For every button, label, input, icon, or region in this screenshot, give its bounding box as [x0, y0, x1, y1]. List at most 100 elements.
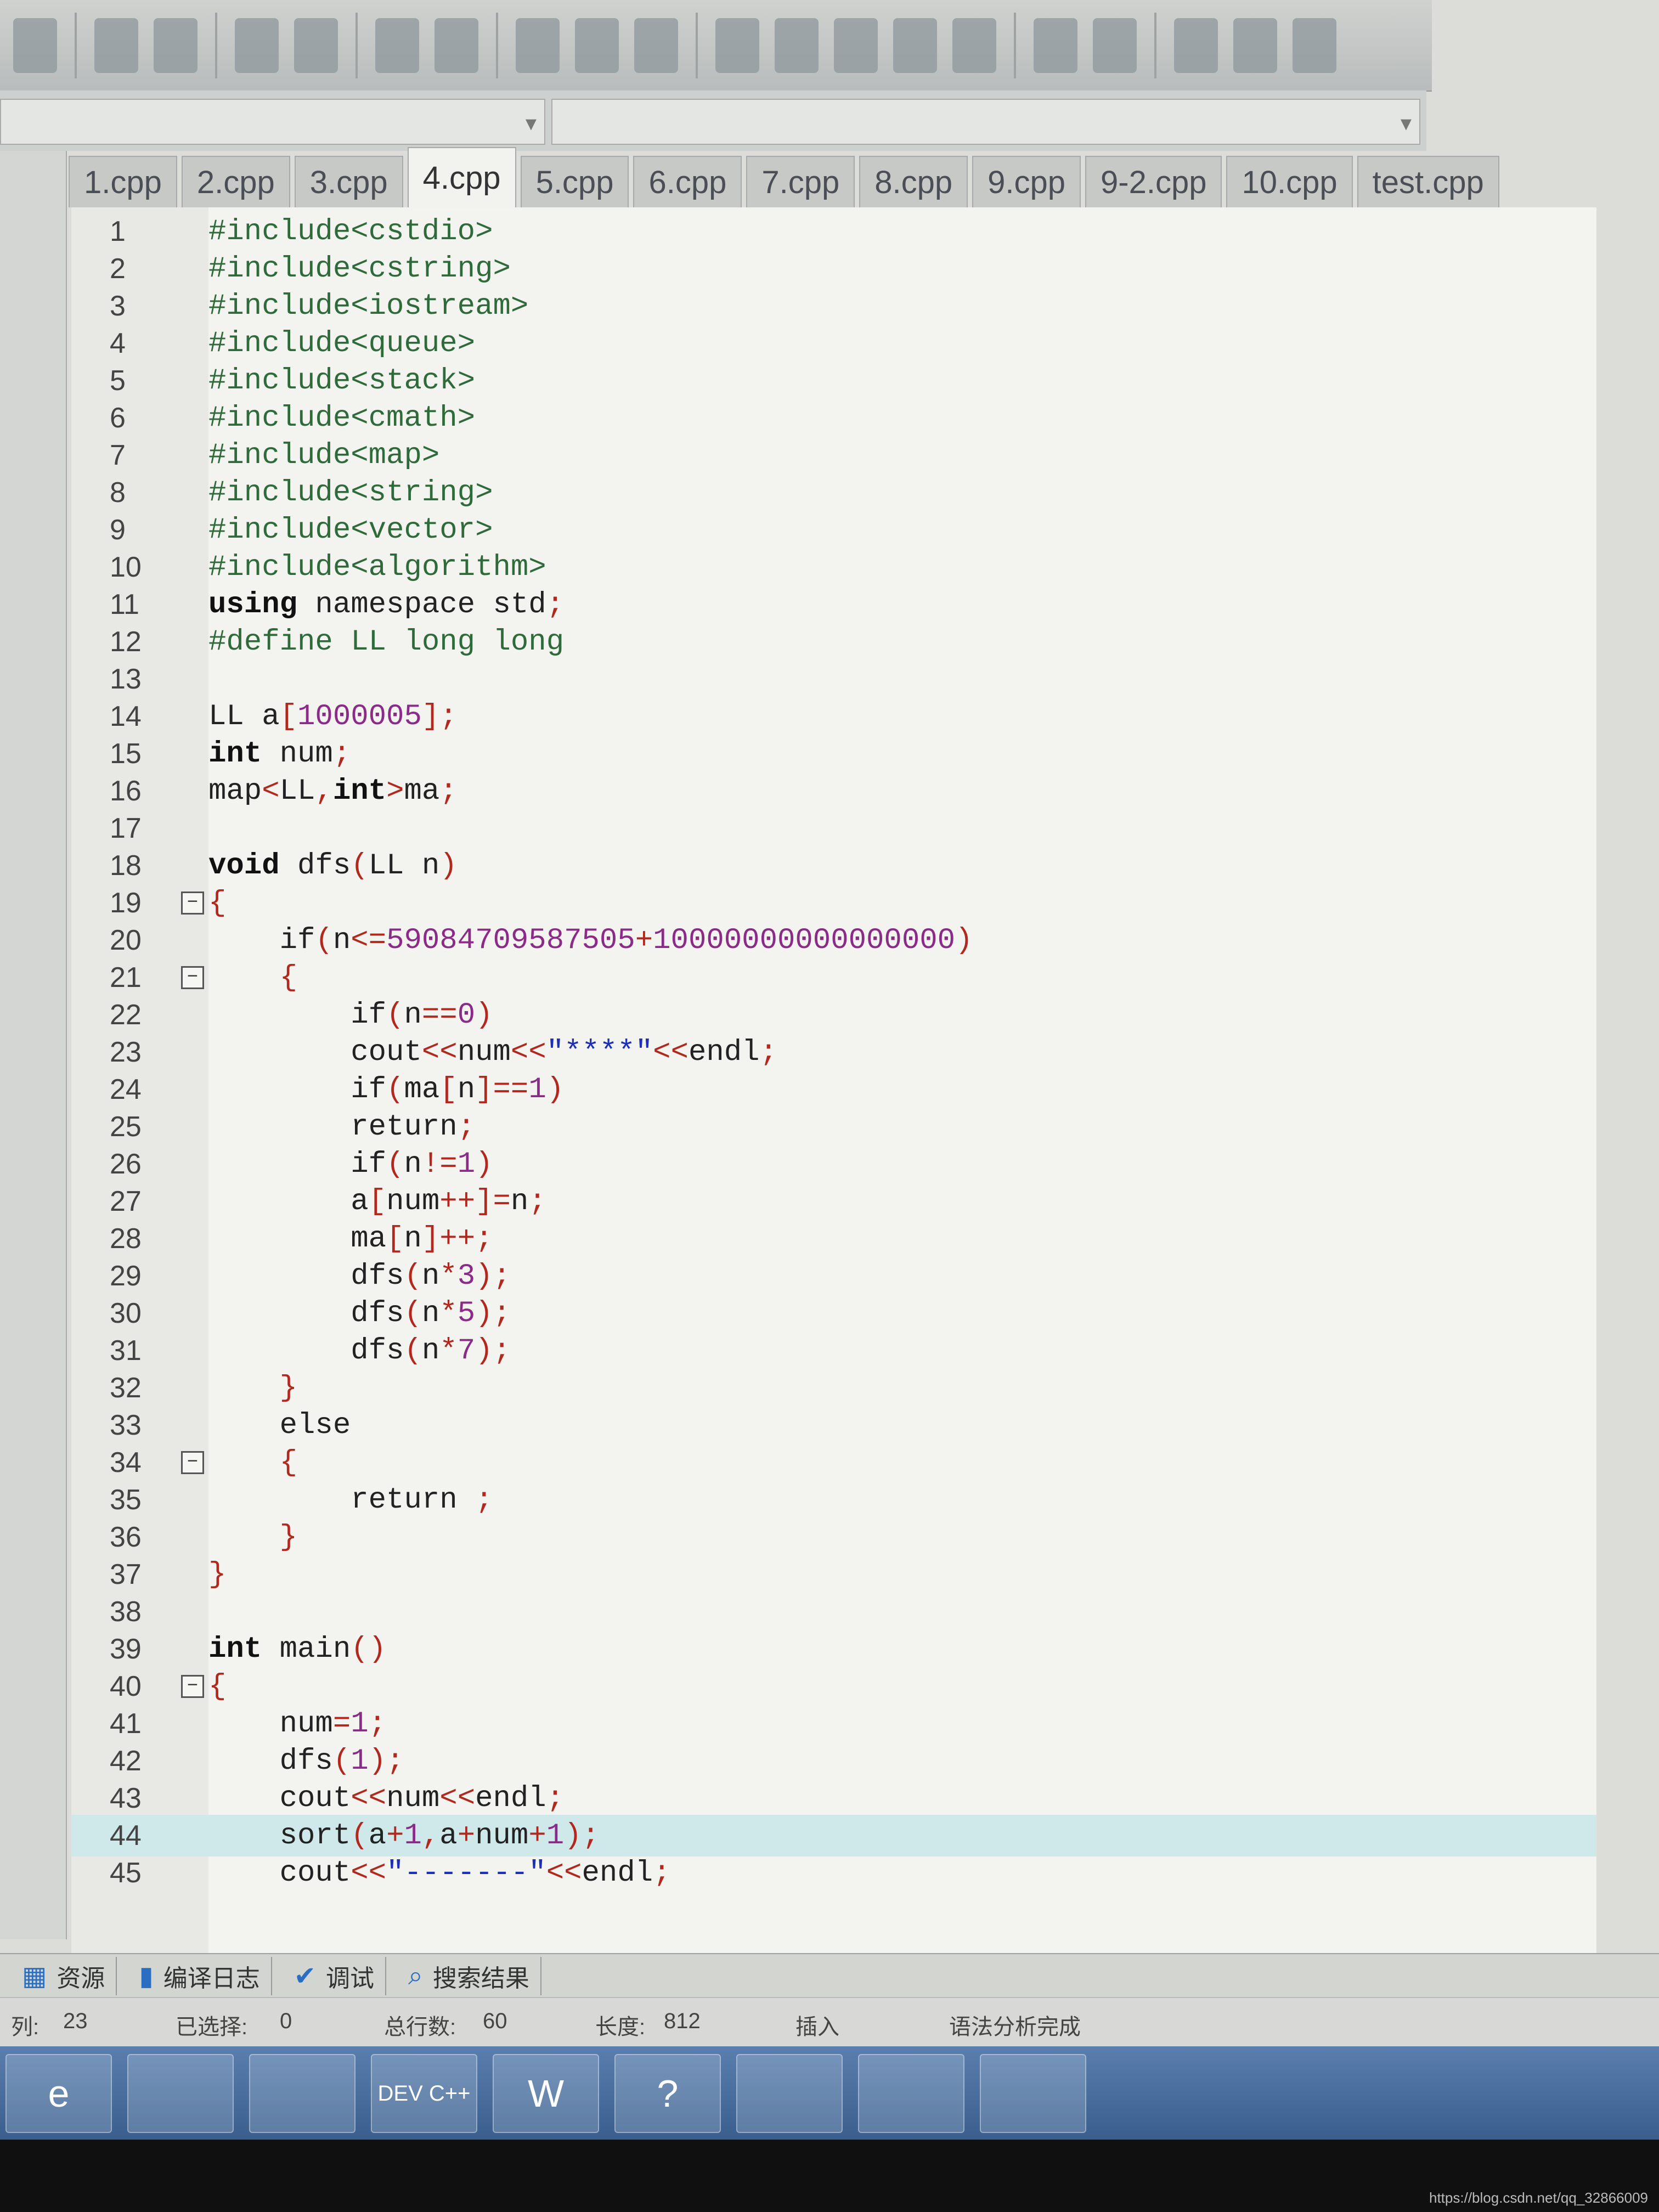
window-icon[interactable] [775, 18, 819, 73]
fold-toggle-icon[interactable]: − [181, 966, 204, 989]
code-line[interactable]: 29 dfs(n*3); [71, 1255, 1596, 1297]
code-line[interactable]: 1 #include<cstdio> [71, 211, 1596, 252]
book-icon[interactable] [858, 2054, 964, 2133]
code-line[interactable]: 21 − { [71, 957, 1596, 998]
code-line[interactable]: 12 #define LL long long [71, 621, 1596, 663]
code-line[interactable]: 40 −{ [71, 1666, 1596, 1707]
code-line[interactable]: 32 } [71, 1367, 1596, 1409]
code-line[interactable]: 34 − { [71, 1442, 1596, 1483]
bottom-tab-1[interactable]: ▮ 编译日志 [128, 1957, 272, 1995]
code-line[interactable]: 31 dfs(n*7); [71, 1330, 1596, 1372]
code-line[interactable]: 26 if(n!=1) [71, 1143, 1596, 1185]
code-line[interactable]: 33 else [71, 1404, 1596, 1446]
code-editor[interactable]: 1 #include<cstdio> 2 #include<cstring> 3 #inc… [71, 207, 1596, 1957]
code-line[interactable]: 17 [71, 808, 1596, 849]
code-line[interactable]: 19 −{ [71, 882, 1596, 924]
tab-5-cpp[interactable]: 5.cpp [520, 156, 629, 207]
new-file-icon[interactable] [1174, 18, 1218, 73]
undo-icon[interactable] [94, 18, 138, 73]
chart-icon[interactable] [1034, 18, 1077, 73]
code-line[interactable]: 5 #include<stack> [71, 360, 1596, 402]
code-area[interactable]: 1 #include<cstdio> 2 #include<cstring> 3 #inc… [71, 207, 1596, 1957]
code-line[interactable]: 3 #include<iostream> [71, 285, 1596, 327]
code-line[interactable]: 2 #include<cstring> [71, 248, 1596, 290]
code-line[interactable]: 8 #include<string> [71, 472, 1596, 514]
indent-icon[interactable] [375, 18, 419, 73]
code-line[interactable]: 9 #include<vector> [71, 509, 1596, 551]
tab-8-cpp[interactable]: 8.cpp [859, 156, 968, 207]
code-line[interactable]: 37} [71, 1554, 1596, 1595]
code-line[interactable]: 14 LL a[1000005]; [71, 696, 1596, 737]
code-line[interactable]: 41 num=1; [71, 1703, 1596, 1745]
code-line[interactable]: 11 using namespace std; [71, 584, 1596, 625]
compile-icon[interactable] [516, 18, 560, 73]
grid-icon[interactable] [893, 18, 937, 73]
grid-icon[interactable] [715, 18, 759, 73]
tab-2-cpp[interactable]: 2.cpp [181, 156, 290, 207]
class-combo[interactable]: ▾ [0, 99, 545, 145]
help-icon[interactable]: ? [614, 2054, 721, 2133]
code-line[interactable]: 18 void dfs(LL n) [71, 845, 1596, 887]
code-line[interactable]: 4 #include<queue> [71, 323, 1596, 364]
code-line[interactable]: 20 if(n<=59084709587505+1000000000000000… [71, 919, 1596, 961]
fold-toggle-icon[interactable]: − [181, 1451, 204, 1474]
tab-test-cpp[interactable]: test.cpp [1357, 156, 1499, 207]
tab-1-cpp[interactable]: 1.cpp [69, 156, 177, 207]
code-line[interactable]: 23 cout<<num<<"****"<<endl; [71, 1031, 1596, 1073]
chart-icon[interactable] [1093, 18, 1137, 73]
folder-icon[interactable] [127, 2054, 234, 2133]
code-line[interactable]: 45 cout<<"-------"<<endl; [71, 1852, 1596, 1894]
chrome-icon[interactable] [249, 2054, 356, 2133]
window-icon[interactable] [736, 2054, 843, 2133]
code-line[interactable]: 30 dfs(n*5); [71, 1293, 1596, 1334]
window-icon[interactable] [834, 18, 878, 73]
redo-icon[interactable] [154, 18, 198, 73]
tab-3-cpp[interactable]: 3.cpp [294, 156, 403, 207]
screen-icon[interactable] [980, 2054, 1086, 2133]
devcpp-icon[interactable]: DEV C++ [371, 2054, 477, 2133]
code-line[interactable]: 38 [71, 1591, 1596, 1633]
code-line[interactable]: 6 #include<cmath> [71, 397, 1596, 439]
code-line[interactable]: 39 int main() [71, 1628, 1596, 1670]
toolbar-icon[interactable] [13, 18, 57, 73]
add-icon[interactable] [1233, 18, 1277, 73]
tab-6-cpp[interactable]: 6.cpp [633, 156, 742, 207]
tab-7-cpp[interactable]: 7.cpp [746, 156, 855, 207]
find-icon[interactable] [235, 18, 279, 73]
code-line[interactable]: 28 ma[n]++; [71, 1218, 1596, 1260]
code-line[interactable]: 43 cout<<num<<endl; [71, 1778, 1596, 1819]
ie-icon[interactable]: e [5, 2054, 112, 2133]
code-line[interactable]: 27 a[num++]=n; [71, 1181, 1596, 1222]
code-line[interactable]: 22 if(n==0) [71, 994, 1596, 1036]
check-icon[interactable] [952, 18, 996, 73]
code-text: using namespace std; [208, 588, 565, 622]
fold-toggle-icon[interactable]: − [181, 1675, 204, 1698]
tab-9-2-cpp[interactable]: 9-2.cpp [1085, 156, 1222, 207]
code-line[interactable]: 10 #include<algorithm> [71, 546, 1596, 588]
member-combo[interactable]: ▾ [551, 99, 1420, 145]
tab-9-cpp[interactable]: 9.cpp [972, 156, 1081, 207]
code-line[interactable]: 35 return ; [71, 1479, 1596, 1521]
bookmark-icon[interactable] [1293, 18, 1336, 73]
unindent-icon[interactable] [435, 18, 478, 73]
code-line[interactable]: 24 if(ma[n]==1) [71, 1069, 1596, 1110]
code-line[interactable]: 25 return; [71, 1106, 1596, 1148]
bottom-tab-3[interactable]: ⌕ 搜索结果 [397, 1957, 541, 1995]
run-icon[interactable] [575, 18, 619, 73]
tab-4-cpp[interactable]: 4.cpp [407, 147, 516, 207]
fold-toggle-icon[interactable]: − [181, 891, 204, 915]
code-text: { [279, 1446, 298, 1480]
code-line[interactable]: 44 sort(a+1,a+num+1); [71, 1815, 1596, 1857]
code-line[interactable]: 42 dfs(1); [71, 1740, 1596, 1782]
code-line[interactable]: 13 [71, 658, 1596, 700]
code-line[interactable]: 36 } [71, 1516, 1596, 1558]
code-line[interactable]: 16 map<LL,int>ma; [71, 770, 1596, 812]
replace-icon[interactable] [294, 18, 338, 73]
bottom-tab-0[interactable]: ▦ 资源 [11, 1957, 117, 1995]
tab-10-cpp[interactable]: 10.cpp [1226, 156, 1353, 207]
bottom-tab-2[interactable]: ✔ 调试 [283, 1957, 386, 1995]
compile-run-icon[interactable] [634, 18, 678, 73]
code-line[interactable]: 7 #include<map> [71, 435, 1596, 476]
word-icon[interactable]: W [493, 2054, 599, 2133]
code-line[interactable]: 15 int num; [71, 733, 1596, 775]
